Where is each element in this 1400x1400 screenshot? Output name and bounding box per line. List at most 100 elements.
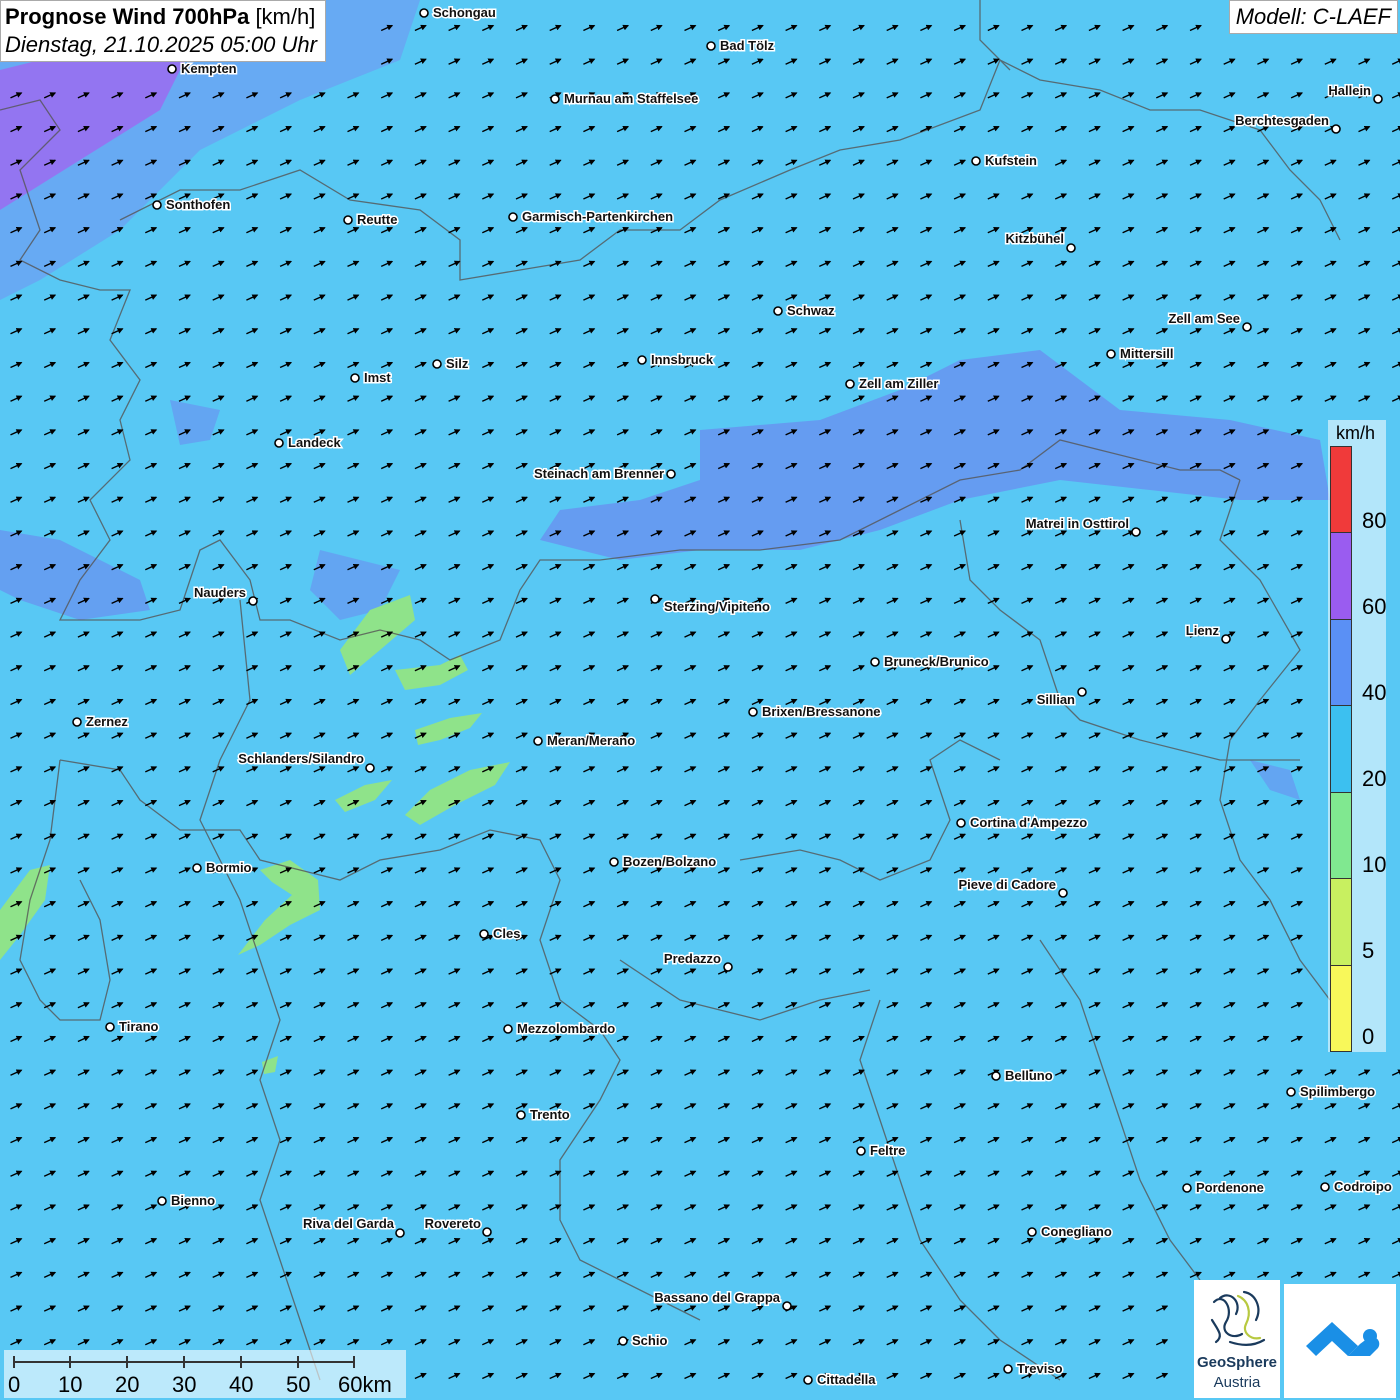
city-marker-sterzing-vipiteno	[650, 594, 660, 604]
city-label-cles: Cles	[493, 926, 520, 941]
legend-band-60-80	[1331, 533, 1351, 620]
city-marker-bassano-del-grappa	[782, 1301, 792, 1311]
city-label-pieve-di-cadore: Pieve di Cadore	[958, 877, 1056, 892]
color-legend: km/h 80 60 40 20 10 5 0	[1328, 420, 1386, 1052]
city-label-bassano-del-grappa: Bassano del Grappa	[654, 1290, 780, 1305]
city-marker-steinach-am-brenner	[666, 469, 676, 479]
city-marker-cittadella	[803, 1375, 813, 1385]
legend-band-0-5	[1331, 965, 1351, 1051]
city-label-schlanders-silandro: Schlanders/Silandro	[238, 751, 364, 766]
legend-band-80plus	[1331, 447, 1351, 534]
map-title-main: Prognose Wind 700hPa	[5, 4, 250, 29]
city-label-landeck: Landeck	[288, 435, 342, 450]
city-label-bad-t-lz: Bad Tölz	[720, 38, 775, 53]
city-label-belluno: Belluno	[1005, 1068, 1053, 1083]
legend-band-10-20	[1331, 792, 1351, 880]
city-label-feltre: Feltre	[870, 1143, 905, 1158]
city-marker-mittersill	[1106, 349, 1116, 359]
city-marker-treviso	[1003, 1364, 1013, 1374]
weather-app-logo[interactable]	[1284, 1284, 1396, 1398]
legend-band-5-10	[1331, 879, 1351, 966]
city-marker-reutte	[343, 215, 353, 225]
map-title: Prognose Wind 700hPa [km/h]	[5, 4, 317, 30]
city-label-lienz: Lienz	[1186, 623, 1220, 638]
city-marker-bienno	[157, 1196, 167, 1206]
city-label-innsbruck: Innsbruck	[651, 352, 714, 367]
model-label: Modell: C-LAEF	[1228, 0, 1398, 34]
title-box: Prognose Wind 700hPa [km/h] Dienstag, 21…	[0, 0, 326, 62]
city-marker-hallein	[1373, 94, 1383, 104]
city-label-cortina-d-ampezzo: Cortina d'Ampezzo	[970, 815, 1087, 830]
city-label-hallein: Hallein	[1328, 83, 1371, 98]
map-title-unit: [km/h]	[255, 4, 316, 29]
city-marker-pieve-di-cadore	[1058, 888, 1068, 898]
city-marker-codroipo	[1320, 1182, 1330, 1192]
geosphere-name: GeoSphere	[1196, 1354, 1278, 1371]
city-label-schio: Schio	[632, 1333, 667, 1348]
city-marker-schongau	[419, 8, 429, 18]
city-label-zell-am-ziller: Zell am Ziller	[859, 376, 938, 391]
city-marker-silz	[432, 359, 442, 369]
legend-band-20-40	[1331, 706, 1351, 793]
scale-label-10: 10	[58, 1372, 83, 1397]
city-label-schongau: Schongau	[433, 5, 496, 20]
legend-label-5: 5	[1362, 938, 1375, 963]
city-marker-imst	[350, 373, 360, 383]
city-marker-kitzb-hel	[1066, 243, 1076, 253]
city-label-reutte: Reutte	[357, 212, 397, 227]
city-label-kempten: Kempten	[181, 61, 237, 76]
legend-label-80: 80	[1362, 508, 1387, 533]
city-label-schwaz: Schwaz	[787, 303, 835, 318]
city-marker-tirano	[105, 1022, 115, 1032]
city-label-kitzb-hel: Kitzbühel	[1006, 231, 1065, 246]
city-label-mittersill: Mittersill	[1120, 346, 1173, 361]
legend-label-0: 0	[1362, 1024, 1375, 1049]
city-label-meran-merano: Meran/Merano	[547, 733, 635, 748]
city-marker-zell-am-see	[1242, 322, 1252, 332]
city-marker-bormio	[192, 863, 202, 873]
scale-label-30: 30	[172, 1372, 197, 1397]
city-label-predazzo: Predazzo	[664, 951, 721, 966]
legend-label-20: 20	[1362, 766, 1387, 791]
scale-label-20: 20	[115, 1372, 140, 1397]
city-marker-bad-t-lz	[706, 41, 716, 51]
city-label-sterzing-vipiteno: Sterzing/Vipiteno	[664, 599, 770, 614]
city-label-trento: Trento	[530, 1107, 570, 1122]
city-marker-lienz	[1221, 634, 1231, 644]
app-chevron-icon	[1306, 1322, 1380, 1356]
city-label-pordenone: Pordenone	[1196, 1180, 1264, 1195]
city-marker-cles	[479, 929, 489, 939]
city-label-garmisch-partenkirchen: Garmisch-Partenkirchen	[522, 209, 673, 224]
city-marker-schio	[618, 1336, 628, 1346]
city-marker-mezzolombardo	[503, 1024, 513, 1034]
city-label-codroipo: Codroipo	[1334, 1179, 1392, 1194]
city-label-bruneck-brunico: Bruneck/Brunico	[884, 654, 989, 669]
city-marker-meran-merano	[533, 736, 543, 746]
city-label-sonthofen: Sonthofen	[166, 197, 230, 212]
city-label-bozen-bolzano: Bozen/Bolzano	[623, 854, 716, 869]
city-marker-zell-am-ziller	[845, 379, 855, 389]
geosphere-austria-logo[interactable]: GeoSphere Austria	[1194, 1280, 1280, 1398]
geosphere-emblem-icon	[1210, 1290, 1266, 1346]
city-label-spilimbergo: Spilimbergo	[1300, 1084, 1375, 1099]
city-marker-conegliano	[1027, 1227, 1037, 1237]
city-marker-sonthofen	[152, 200, 162, 210]
city-label-steinach-am-brenner: Steinach am Brenner	[534, 466, 664, 481]
city-label-kufstein: Kufstein	[985, 153, 1037, 168]
city-label-murnau-am-staffelsee: Murnau am Staffelsee	[564, 91, 698, 106]
city-label-rovereto: Rovereto	[425, 1216, 481, 1231]
scale-bar: 0 10 20 30 40 50 60km	[4, 1350, 406, 1398]
scale-label-60km: 60km	[338, 1372, 392, 1397]
city-label-nauders: Nauders	[194, 585, 246, 600]
city-marker-cortina-d-ampezzo	[956, 818, 966, 828]
city-label-bormio: Bormio	[206, 860, 252, 875]
city-marker-riva-del-garda	[395, 1228, 405, 1238]
forecast-datetime: Dienstag, 21.10.2025 05:00 Uhr	[5, 32, 317, 57]
city-label-bienno: Bienno	[171, 1193, 215, 1208]
city-marker-zernez	[72, 717, 82, 727]
city-marker-trento	[516, 1110, 526, 1120]
scale-label-50: 50	[286, 1372, 311, 1397]
city-marker-spilimbergo	[1286, 1087, 1296, 1097]
city-marker-nauders	[248, 596, 258, 606]
city-label-mezzolombardo: Mezzolombardo	[517, 1021, 615, 1036]
